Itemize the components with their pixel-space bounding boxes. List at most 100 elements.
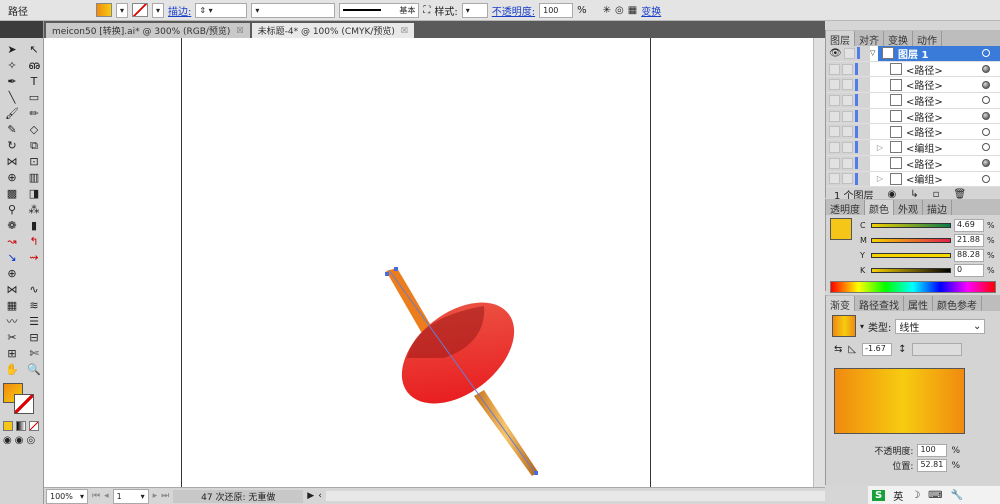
layer-item[interactable]: <路径> (826, 155, 1000, 172)
aspect-input[interactable] (912, 343, 963, 356)
free-transform-tool-icon[interactable]: ⊡ (24, 154, 44, 169)
transform-link[interactable]: 变换 (641, 3, 661, 18)
expand-icon[interactable]: ▷ (870, 143, 890, 152)
recolor-icon[interactable]: ✳ (603, 5, 611, 16)
tab-color[interactable]: 颜色 (865, 200, 894, 216)
stroke-color-icon[interactable] (14, 394, 34, 414)
tab-document-1[interactable]: meicon50 [转换].ai* @ 300% (RGB/预览) ☒ (46, 23, 250, 38)
fill-dropdown[interactable]: ▾ (116, 2, 128, 18)
path-blue-icon[interactable]: ↘ (2, 250, 22, 265)
pencil-tool-icon[interactable]: ✏ (24, 106, 44, 121)
lock-toggle[interactable] (842, 110, 853, 122)
eye-icon[interactable]: 👁 (829, 48, 842, 59)
stroke-link[interactable]: 描边: (168, 3, 191, 18)
layer-item[interactable]: ▷ <编组> (826, 171, 1000, 188)
channel-slider[interactable] (871, 268, 951, 273)
style-dropdown[interactable]: ▾ (461, 2, 488, 18)
gradient-tool-icon[interactable]: ◨ (24, 186, 44, 201)
brush-options-icon[interactable]: ⛶ (423, 5, 430, 16)
target-icon[interactable] (982, 159, 990, 168)
layer-item[interactable]: <路径> (826, 77, 1000, 94)
twirl-tool-icon[interactable]: ≋ (24, 298, 44, 313)
rectangle-tool-icon[interactable]: ▭ (24, 90, 44, 105)
page-select[interactable]: 1 ▾ (112, 488, 149, 504)
tab-pathfinder[interactable]: 路径查找 (855, 296, 904, 312)
target-icon[interactable] (982, 174, 990, 183)
sogou-icon[interactable]: S (872, 489, 886, 501)
type-select[interactable]: 线性 ⌄ (895, 318, 986, 334)
anchor-point[interactable] (534, 471, 538, 475)
stop-opacity-input[interactable]: 100 (917, 444, 948, 457)
tab-appearance[interactable]: 外观 (894, 200, 923, 216)
opacity-link[interactable]: 不透明度: (492, 3, 535, 18)
lock-toggle[interactable] (842, 157, 853, 169)
gradient-slider[interactable] (834, 368, 965, 434)
current-color-swatch[interactable] (830, 218, 852, 240)
gradient-mode-icon[interactable] (16, 421, 26, 431)
visibility-toggle[interactable] (829, 126, 840, 138)
rotate-tool-icon[interactable]: ↻ (2, 138, 22, 153)
tab-transparency[interactable]: 透明度 (826, 200, 865, 216)
tab-align[interactable]: 对齐 (855, 31, 884, 47)
list-tool-icon[interactable]: ☰ (24, 314, 44, 329)
opacity-input[interactable]: 100 (539, 2, 574, 18)
vertical-scrollbar[interactable] (813, 38, 825, 487)
ime-mode[interactable]: 英 (893, 488, 903, 503)
align-icon[interactable]: ▦ (628, 5, 637, 16)
path-tool-alt-icon[interactable]: ↰ (24, 234, 44, 249)
tab-attributes[interactable]: 属性 (904, 296, 933, 312)
target-icon[interactable] (982, 127, 990, 136)
color-mode-icon[interactable] (3, 421, 13, 431)
channel-input[interactable]: 21.88 (954, 234, 984, 247)
hand-tool-icon[interactable]: ✋ (2, 362, 22, 377)
target-icon[interactable] (982, 112, 990, 121)
isolate-icon[interactable]: ◎ (615, 5, 624, 16)
paintbrush-tool-icon[interactable]: 🖌 (2, 106, 22, 121)
draw-normal-icon[interactable]: ◉ (3, 435, 12, 446)
stroke-swatch[interactable] (132, 3, 148, 17)
tab-gradient[interactable]: 渐变 (826, 296, 855, 312)
channel-input[interactable]: 0 (954, 264, 984, 277)
pen-tool-icon[interactable]: ✒ (2, 74, 22, 89)
channel-slider[interactable] (871, 238, 951, 243)
shape-builder-tool-icon[interactable]: ⊕ (2, 170, 22, 185)
tab-color-guide[interactable]: 颜色参考 (933, 296, 982, 312)
reverse-gradient-icon[interactable]: ⇆ (834, 344, 842, 355)
visibility-toggle[interactable] (829, 157, 840, 169)
tab-document-2[interactable]: 未标题-4* @ 100% (CMYK/预览) ☒ (251, 23, 415, 38)
slice-tool-icon[interactable]: ✂ (2, 330, 22, 345)
lock-toggle[interactable] (842, 63, 853, 75)
visibility-toggle[interactable] (829, 110, 840, 122)
path-tool-icon[interactable]: ↝ (2, 234, 22, 249)
lock-toggle[interactable] (842, 173, 853, 185)
wave-tool-icon[interactable]: 〰 (2, 314, 22, 329)
expand-icon[interactable]: ▷ (870, 174, 890, 183)
draw-behind-icon[interactable]: ◉ (15, 435, 24, 446)
first-page-icon[interactable]: ⏮ (92, 491, 100, 501)
channel-input[interactable]: 88.28 (954, 249, 984, 262)
channel-slider[interactable] (871, 253, 951, 258)
none-mode-icon[interactable] (29, 421, 39, 431)
lock-toggle[interactable] (842, 141, 853, 153)
graph-tool-icon[interactable]: ▮ (24, 218, 44, 233)
layer-item[interactable]: <路径> (826, 93, 1000, 109)
zoom-select[interactable]: 100% ▾ (46, 488, 88, 504)
mesh-tool-icon[interactable]: ▩ (2, 186, 22, 201)
layer-item[interactable]: ▷ <编组> (826, 140, 1000, 156)
visibility-toggle[interactable] (829, 173, 840, 185)
moon-icon[interactable]: ☽ (911, 490, 920, 501)
fill-swatch[interactable] (96, 3, 112, 17)
tab-stroke[interactable]: 描边 (923, 200, 952, 216)
target-icon[interactable] (982, 96, 990, 105)
crosshair-tool-icon[interactable]: ⊕ (2, 266, 22, 281)
blend-tool-icon[interactable]: ⁂ (24, 202, 44, 217)
magic-wand-tool-icon[interactable]: ✧ (2, 58, 22, 73)
tab-actions[interactable]: 动作 (913, 31, 942, 47)
visibility-toggle[interactable] (829, 63, 840, 75)
stroke-dropdown[interactable]: ▾ (152, 2, 164, 18)
last-page-icon[interactable]: ⏭ (161, 491, 169, 501)
eyedropper-tool-icon[interactable]: ⚲ (2, 202, 22, 217)
status-menu-icon[interactable]: ▶ (307, 491, 314, 501)
direct-selection-tool-icon[interactable]: ↖ (24, 42, 44, 57)
visibility-toggle[interactable] (829, 79, 840, 91)
